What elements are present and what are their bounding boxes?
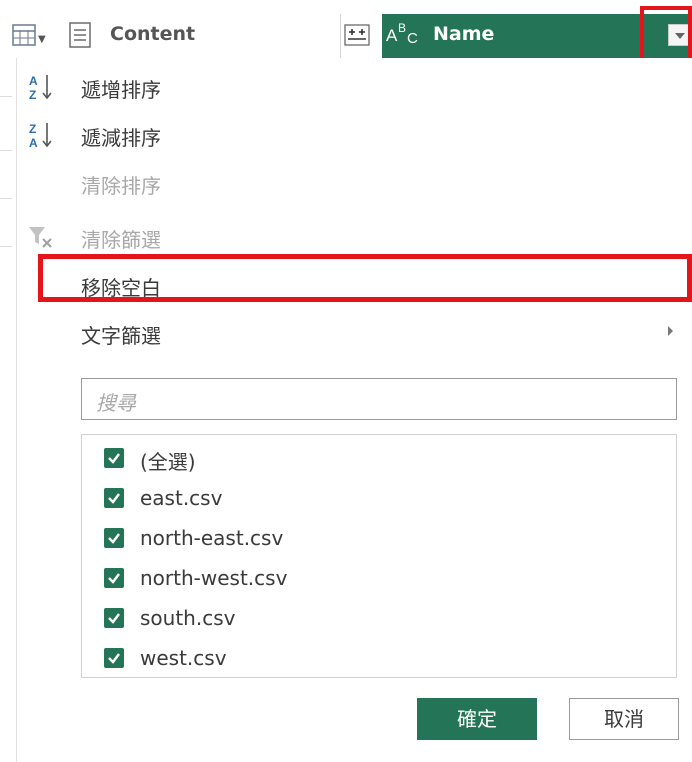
list-item[interactable]: east.csv — [82, 479, 676, 519]
checkbox-checked[interactable] — [104, 528, 124, 548]
list-item-label: north-east.csv — [140, 526, 284, 550]
checkbox-checked[interactable] — [104, 648, 124, 668]
value-list[interactable]: (全選) east.csv north-east.csv north-west.… — [81, 434, 677, 678]
menu-item-text-filters[interactable]: 文字篩選 — [17, 312, 692, 352]
ok-button[interactable]: 確定 — [417, 698, 537, 740]
binary-type-icon[interactable] — [344, 24, 370, 46]
filter-menu: A Z 遞增排序 Z A 遞減排序 清除排序 清除篩選 移除空白 文字篩選 搜尋… — [16, 58, 692, 762]
list-item[interactable]: south.csv — [82, 599, 676, 639]
check-icon — [108, 573, 120, 584]
menu-label: 遞減排序 — [81, 126, 161, 150]
svg-text:B: B — [398, 21, 406, 35]
menu-label: 遞增排序 — [81, 78, 161, 102]
svg-text:A: A — [29, 74, 38, 88]
grid-line — [0, 198, 12, 199]
check-icon — [108, 533, 120, 544]
grid-line — [0, 150, 12, 151]
svg-text:Z: Z — [29, 88, 36, 102]
checkbox-checked[interactable] — [104, 488, 124, 508]
grid-line — [0, 246, 12, 247]
menu-label: 清除排序 — [81, 174, 161, 198]
check-icon — [108, 613, 120, 624]
menu-label: 文字篩選 — [81, 324, 161, 348]
list-item-label: (全選) — [140, 450, 196, 474]
svg-text:C: C — [407, 30, 418, 46]
search-input[interactable]: 搜尋 — [81, 378, 677, 420]
list-item-label: west.csv — [140, 646, 227, 670]
check-icon — [108, 653, 120, 664]
column-divider — [340, 14, 341, 58]
checkbox-checked[interactable] — [104, 608, 124, 628]
svg-text:A: A — [386, 26, 398, 45]
check-icon — [108, 453, 120, 464]
clear-filter-icon — [27, 222, 55, 252]
list-item-label: east.csv — [140, 486, 223, 510]
menu-label: 清除篩選 — [81, 228, 161, 252]
text-column-icon — [68, 22, 92, 48]
list-item[interactable]: west.csv — [82, 639, 676, 679]
svg-text:Z: Z — [29, 122, 36, 136]
sort-descending-icon: Z A — [27, 120, 55, 150]
column-header-bar: ▼ Content A B C Name — [0, 0, 692, 64]
table-icon[interactable] — [12, 24, 36, 46]
cancel-button[interactable]: 取消 — [569, 698, 679, 740]
menu-item-sort-descending[interactable]: Z A 遞減排序 — [17, 114, 692, 154]
chevron-down-icon[interactable]: ▼ — [38, 34, 46, 45]
list-item[interactable]: (全選) — [82, 439, 676, 479]
svg-text:A: A — [29, 136, 38, 150]
list-item-label: north-west.csv — [140, 566, 288, 590]
name-column-label[interactable]: Name — [433, 23, 494, 45]
menu-item-clear-filter[interactable]: 清除篩選 — [17, 216, 692, 256]
sort-ascending-icon: A Z — [27, 72, 55, 102]
checkbox-checked[interactable] — [104, 568, 124, 588]
check-icon — [108, 493, 120, 504]
search-placeholder: 搜尋 — [96, 391, 136, 415]
checkbox-checked[interactable] — [104, 448, 124, 468]
list-item[interactable]: north-east.csv — [82, 519, 676, 559]
submenu-arrow-icon — [668, 326, 673, 336]
abc-type-icon[interactable]: A B C — [386, 20, 426, 47]
menu-item-sort-ascending[interactable]: A Z 遞增排序 — [17, 66, 692, 106]
highlight-box-text-filters — [38, 254, 692, 302]
highlight-box-dropdown — [640, 6, 692, 64]
content-column-label[interactable]: Content — [110, 23, 195, 45]
list-item[interactable]: north-west.csv — [82, 559, 676, 599]
list-item-label: south.csv — [140, 606, 236, 630]
menu-item-clear-sort[interactable]: 清除排序 — [17, 162, 692, 202]
grid-line — [0, 96, 12, 97]
